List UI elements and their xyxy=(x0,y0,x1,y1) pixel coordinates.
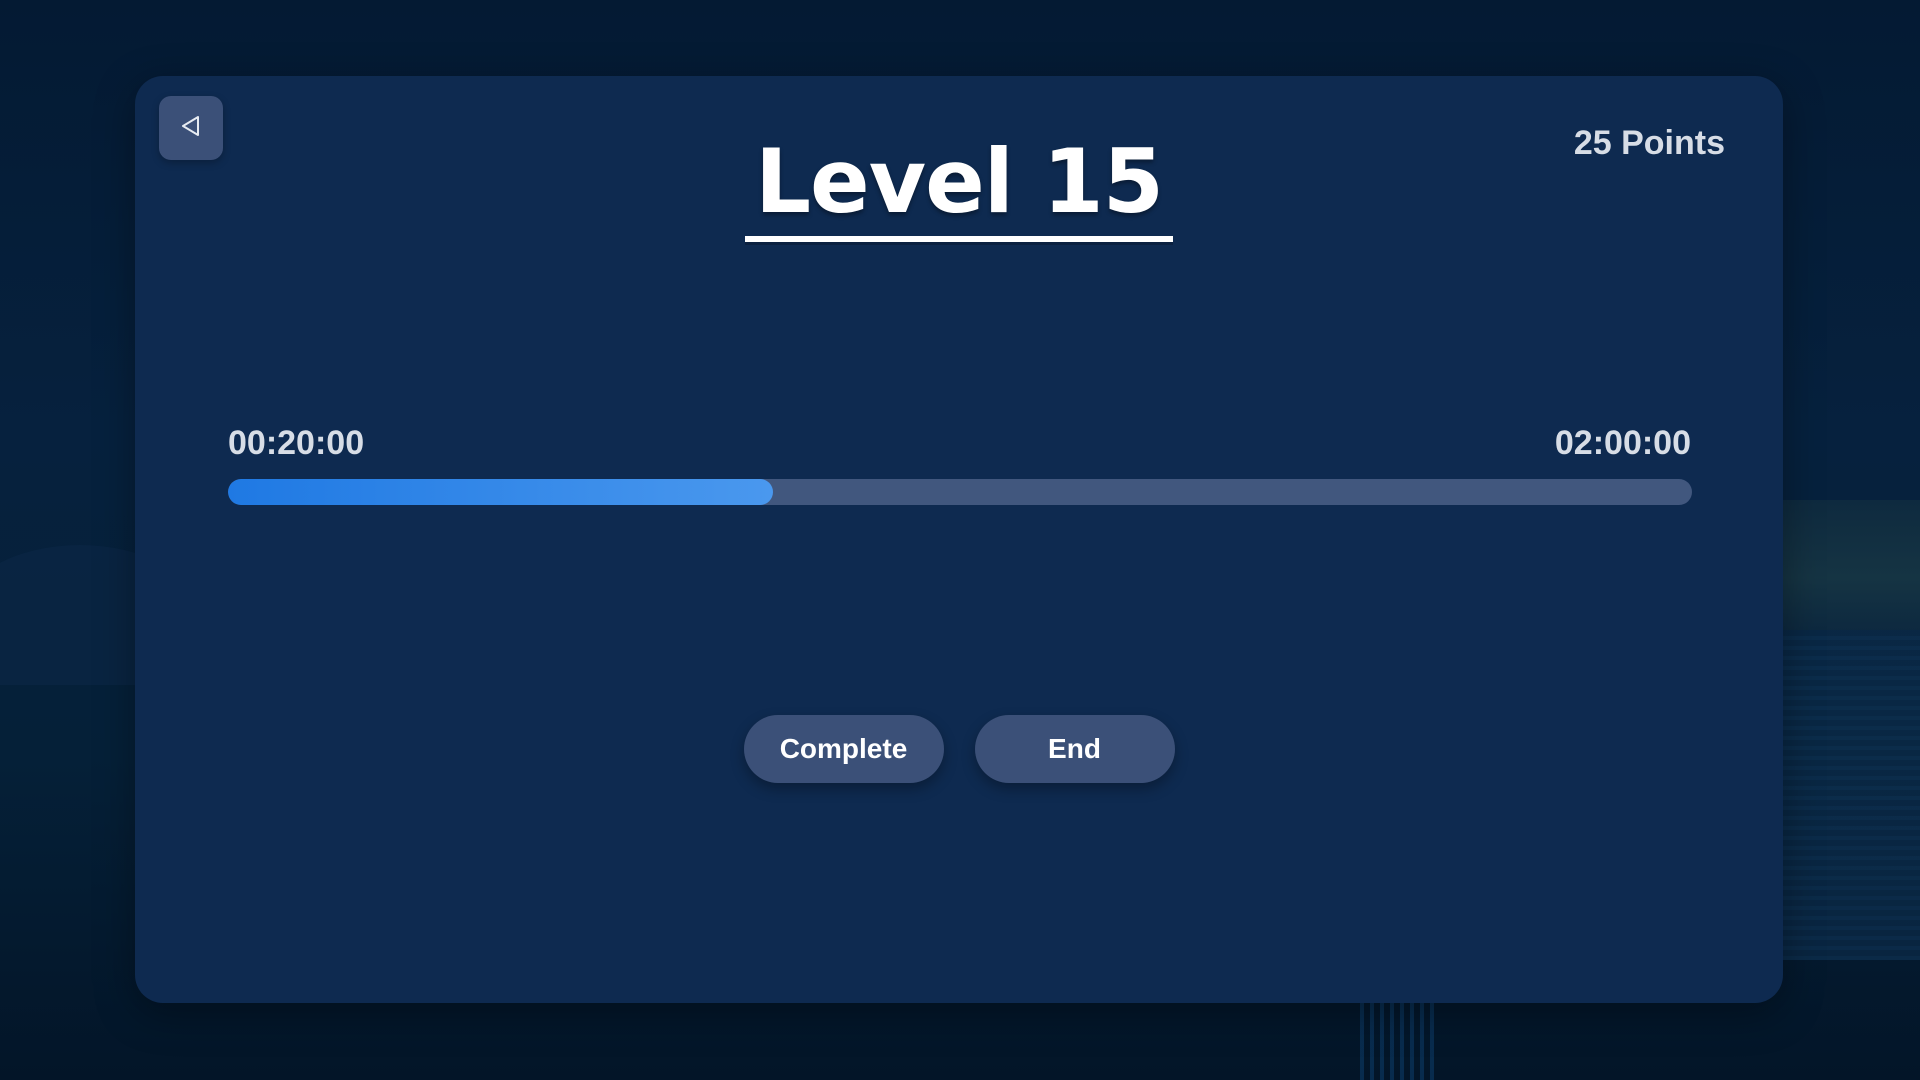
complete-button[interactable]: Complete xyxy=(743,715,944,783)
level-title-text: Level 15 xyxy=(744,128,1174,242)
progress-bar-fill xyxy=(228,479,774,505)
background-reflection xyxy=(1360,1000,1440,1080)
points-label: 25 Points xyxy=(1573,124,1725,162)
action-buttons: Complete End xyxy=(135,715,1783,783)
total-time: 02:00:00 xyxy=(1554,424,1691,462)
page-title: Level 15 xyxy=(135,128,1783,242)
level-card: Level 15 25 Points 00:20:00 02:00:00 Com… xyxy=(135,76,1783,1003)
end-button[interactable]: End xyxy=(974,715,1175,783)
elapsed-time: 00:20:00 xyxy=(228,424,365,462)
progress-bar xyxy=(228,479,1692,505)
